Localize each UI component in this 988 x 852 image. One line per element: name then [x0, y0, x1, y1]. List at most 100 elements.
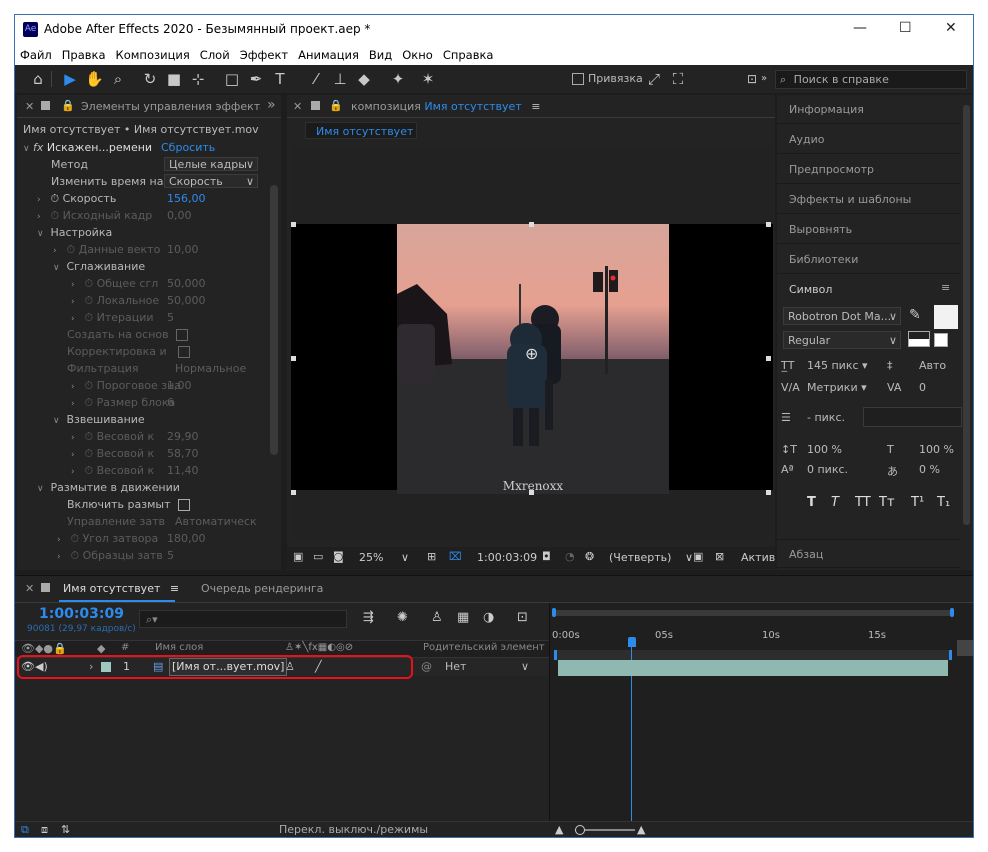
transparency-grid-icon[interactable]: ⌧ — [449, 550, 462, 563]
show-snapshot-icon[interactable]: ◔ — [565, 550, 575, 563]
monitor-icon[interactable]: ▭ — [313, 550, 323, 563]
font-style-dropdown[interactable]: Regular ∨ — [783, 331, 901, 349]
draft-3d-icon[interactable]: ✺ — [397, 610, 408, 625]
enable-blur-checkbox[interactable] — [177, 499, 190, 511]
fill-color-swatch[interactable] — [934, 305, 958, 329]
horizontal-scale-value[interactable]: 100 % — [919, 443, 954, 456]
minimize-button[interactable]: — — [853, 20, 867, 36]
resolution-dropdown[interactable]: (Четверть) ∨ — [609, 551, 693, 564]
close-comp-tab-icon[interactable]: ✕ — [293, 100, 302, 113]
menu-effect[interactable]: Эффект — [235, 45, 293, 65]
timeline-timecode[interactable]: 1:00:03:09 — [39, 606, 124, 622]
zoom-tool-icon[interactable]: ⌕ — [109, 70, 127, 88]
zoom-slider-handle[interactable] — [575, 825, 585, 835]
small-caps-button[interactable]: Tт — [879, 495, 895, 510]
channel-icon[interactable]: ❂ — [585, 550, 594, 563]
faux-bold-button[interactable]: T — [807, 495, 816, 510]
close-button[interactable]: ✕ — [945, 20, 957, 36]
active-camera-label[interactable]: Актив — [741, 551, 775, 564]
menu-animation[interactable]: Анимация — [293, 45, 364, 65]
eraser-tool-icon[interactable]: ◆ — [355, 70, 373, 88]
layer-switches-icon[interactable]: ⧉ — [21, 823, 29, 837]
help-search-input[interactable]: ⌕ Поиск в справке — [775, 70, 967, 89]
zoom-dropdown[interactable]: 25% ∨ — [359, 551, 409, 564]
mask-icon[interactable]: ◙ — [333, 550, 344, 563]
snapshot-icon[interactable]: ◘ — [542, 550, 551, 563]
leading-value[interactable]: Авто — [919, 359, 946, 372]
roi-icon[interactable]: ▣ — [693, 550, 703, 563]
motion-blur-group-label[interactable]: Размытие в движении — [51, 481, 180, 494]
menu-layer[interactable]: Слой — [195, 45, 235, 65]
toggle-switches-modes[interactable]: Перекл. выключ./режимы — [279, 823, 428, 836]
character-menu-icon[interactable]: ≡ — [941, 281, 950, 294]
selection-tool-icon[interactable]: ▶ — [61, 70, 79, 88]
timeline-tab[interactable]: Имя отсутствует ≡ — [63, 582, 179, 595]
work-area-bar[interactable] — [554, 610, 952, 616]
swap-colors-icon[interactable] — [908, 331, 930, 347]
info-panel[interactable]: Информация — [777, 95, 960, 124]
menu-window[interactable]: Окно — [397, 45, 438, 65]
create-checkbox[interactable] — [176, 329, 189, 341]
rectangle-tool-icon[interactable]: □ — [223, 70, 241, 88]
weight-group-label[interactable]: Взвешивание — [67, 413, 145, 426]
shy-layers-icon[interactable]: ♙ — [431, 610, 443, 625]
always-preview-icon[interactable]: ▣ — [293, 550, 303, 563]
snap-options-icon[interactable]: ⤢ — [645, 70, 663, 88]
zoom-out-timeline[interactable] — [957, 640, 973, 656]
render-queue-tab[interactable]: Очередь рендеринга — [201, 582, 323, 595]
tuning-group-label[interactable]: Настройка — [51, 226, 113, 239]
region-icon[interactable]: ⊞ — [427, 550, 436, 563]
close-tab-icon[interactable]: ✕ — [25, 100, 34, 113]
correct-checkbox[interactable] — [178, 346, 191, 358]
snap-checkbox[interactable] — [572, 73, 584, 85]
rotate-tool-icon[interactable]: ↻ — [141, 70, 159, 88]
zoom-in-icon[interactable]: ▲ — [637, 823, 645, 836]
home-icon[interactable]: ⌂ — [29, 70, 47, 88]
scrollbar[interactable] — [270, 185, 278, 455]
vertical-scale-value[interactable]: 100 % — [807, 443, 842, 456]
layer-search-input[interactable]: ⌕▾ — [139, 610, 347, 628]
brush-tool-icon[interactable]: ⁄ — [307, 70, 325, 88]
eyedropper-icon[interactable]: ✎ — [909, 307, 921, 323]
right-scrollbar[interactable] — [963, 105, 970, 525]
comp-timecode[interactable]: 1:00:03:09 — [477, 551, 537, 564]
grid-icon[interactable]: ⊠ — [715, 550, 724, 563]
type-tool-icon[interactable]: T — [271, 70, 289, 88]
expand-icon[interactable]: » — [755, 70, 773, 88]
menu-view[interactable]: Вид — [364, 45, 397, 65]
clone-stamp-tool-icon[interactable]: ⊥ — [331, 70, 349, 88]
timeline-graph[interactable]: 0:00s 05s 10s 15s — [549, 603, 973, 821]
stroke-type-dropdown[interactable] — [863, 407, 962, 427]
layer-duration-bar[interactable] — [558, 660, 948, 676]
pickwhip-icon[interactable]: @ — [421, 660, 432, 673]
transfer-controls-icon[interactable]: ⧈ — [41, 823, 48, 837]
baseline-shift-value[interactable]: 0 пикс. — [807, 463, 848, 476]
stopwatch-icon[interactable]: ⏱ — [51, 192, 60, 205]
subscript-button[interactable]: T₁ — [937, 495, 950, 510]
align-panel[interactable]: Выровнять — [777, 215, 960, 244]
graph-editor-icon[interactable]: ⊡ — [517, 610, 528, 625]
effects-presets-panel[interactable]: Эффекты и шаблоны — [777, 185, 960, 214]
tracking-value[interactable]: 0 — [919, 381, 926, 394]
effect-controls-tab[interactable]: Элементы управления эффекта — [81, 100, 261, 113]
pan-behind-tool-icon[interactable]: ⊹ — [189, 70, 207, 88]
hand-tool-icon[interactable]: ✋ — [85, 70, 104, 88]
roto-brush-tool-icon[interactable]: ✦ — [389, 70, 407, 88]
close-timeline-tab-icon[interactable]: ✕ — [25, 582, 34, 595]
reset-link[interactable]: Сбросить — [161, 139, 215, 156]
all-caps-button[interactable]: TT — [855, 495, 871, 510]
parent-dropdown[interactable]: Нет ∨ — [441, 660, 533, 674]
motion-blur-icon[interactable]: ◑ — [483, 610, 494, 625]
maximize-button[interactable]: ☐ — [899, 20, 912, 36]
lock-icon[interactable]: 🔒 — [61, 99, 75, 112]
comp-viewer[interactable]: Mxrenoxx ⊕ — [291, 146, 773, 538]
zoom-out-icon[interactable]: ▲ — [555, 823, 563, 836]
expand-arrow-icon[interactable]: ∨ — [23, 141, 33, 158]
comp-lock-icon[interactable]: 🔒 — [329, 99, 343, 112]
font-family-dropdown[interactable]: Robotron Dot Ma... ∨ — [783, 307, 901, 325]
stroke-width-value[interactable]: - пикс. — [807, 411, 845, 424]
work-area-range[interactable] — [554, 650, 952, 660]
faux-italic-button[interactable]: T — [831, 495, 839, 510]
comp-mini-flowchart-icon[interactable]: ⇶ — [363, 610, 374, 625]
layer-name-header[interactable]: Имя слоя — [155, 642, 203, 653]
